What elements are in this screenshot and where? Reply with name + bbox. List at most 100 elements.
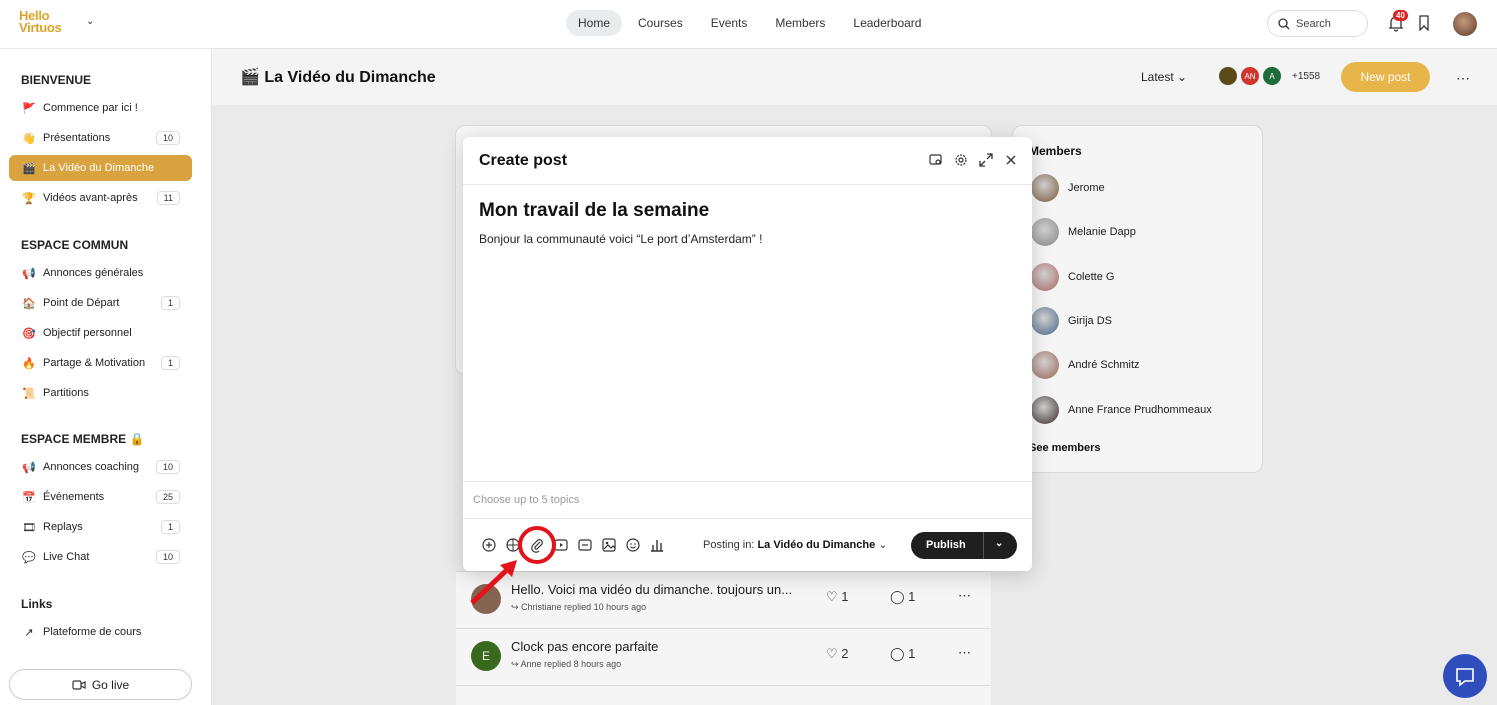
sidebar-section-title: ESPACE MEMBRE 🔒: [21, 432, 145, 446]
sidebar-item[interactable]: 🏠 Point de Départ 1: [9, 290, 192, 316]
sidebar-section-title: Links: [21, 597, 53, 611]
modal-title: Create post: [479, 152, 568, 169]
bookmark-icon[interactable]: [1418, 15, 1430, 31]
modal-header: Create post: [463, 137, 1032, 185]
publish-button-group: Publish ⌄: [911, 532, 1017, 559]
new-post-button[interactable]: New post: [1341, 62, 1430, 92]
editor-toolbar: [481, 537, 665, 553]
go-live-button[interactable]: Go live: [9, 669, 192, 700]
member-count[interactable]: +1558: [1292, 71, 1320, 82]
sidebar-item[interactable]: 👋 Présentations 10: [9, 125, 192, 151]
image-icon[interactable]: [601, 537, 617, 553]
sidebar-item-label: Live Chat: [43, 551, 90, 563]
sidebar-item-icon: 🔥: [22, 357, 36, 370]
sidebar-item-label: Annonces générales: [43, 267, 144, 279]
sidebar-item-icon: 🚩: [22, 102, 36, 115]
gif-icon[interactable]: [577, 537, 593, 553]
nav-item-courses[interactable]: Courses: [626, 10, 695, 36]
member-avatar[interactable]: AN: [1239, 65, 1261, 87]
sidebar-item-label: Point de Départ: [43, 297, 120, 309]
sidebar-item-label: Plateforme de cours: [43, 626, 142, 638]
sidebar-item-label: Partage & Motivation: [43, 357, 146, 369]
sidebar-item-icon: 🎯: [22, 327, 36, 340]
expand-icon[interactable]: [979, 153, 993, 167]
sidebar-item-count: 10: [155, 131, 180, 145]
create-post-modal: Create post Mon travail de la semaine Bo…: [463, 137, 1032, 571]
sidebar-item[interactable]: 📜 Partitions: [9, 380, 192, 406]
chevron-down-icon[interactable]: ⌄: [86, 16, 94, 27]
posting-in-selector[interactable]: Posting in: La Vidéo du Dimanche ⌄: [703, 538, 888, 551]
add-block-icon[interactable]: [481, 537, 497, 553]
sidebar-item-count: 10: [155, 550, 180, 564]
sidebar-item-icon: 📢: [22, 461, 36, 474]
member-avatar[interactable]: [1217, 65, 1239, 87]
nav-item-members[interactable]: Members: [763, 10, 837, 36]
sidebar-item-count: 1: [160, 296, 180, 310]
sidebar-item-icon: 🎞: [22, 521, 36, 534]
chat-widget-button[interactable]: [1443, 654, 1487, 698]
sidebar-item[interactable]: 💬 Live Chat 10: [9, 544, 192, 570]
sidebar-item-icon: 💬: [22, 551, 36, 564]
preview-icon[interactable]: [929, 153, 943, 167]
sidebar-item[interactable]: 🎯 Objectif personnel: [9, 320, 192, 346]
main-nav: Home Courses Events Members Leaderboard: [566, 10, 933, 36]
sidebar-item[interactable]: 🚩 Commence par ici !: [9, 95, 192, 121]
sidebar-item-count: 1: [160, 520, 180, 534]
sidebar-item-count: 1: [160, 356, 180, 370]
poll-icon[interactable]: [649, 537, 665, 553]
publish-options-icon[interactable]: ⌄: [995, 538, 1003, 549]
topics-input[interactable]: Choose up to 5 topics: [463, 481, 1032, 519]
sidebar-item[interactable]: 🎬 La Vidéo du Dimanche: [9, 155, 192, 181]
sidebar-item[interactable]: 📢 Annonces générales: [9, 260, 192, 286]
sidebar-item-count: 10: [155, 460, 180, 474]
sidebar-item-label: Présentations: [43, 132, 111, 144]
more-options-icon[interactable]: ⋯: [1456, 70, 1470, 87]
go-live-label: Go live: [91, 677, 130, 692]
chat-icon: [1456, 668, 1474, 687]
sidebar-item-label: Vidéos avant-après: [43, 192, 138, 204]
nav-item-leaderboard[interactable]: Leaderboard: [841, 10, 933, 36]
sidebar-item[interactable]: 🎞 Replays 1: [9, 514, 192, 540]
sidebar-item-icon: 🏆: [22, 192, 36, 205]
sidebar-item-icon: 📜: [22, 387, 36, 400]
sidebar-item-icon: 📢: [22, 267, 36, 280]
member-avatar[interactable]: A: [1261, 65, 1283, 87]
sidebar-item-icon: 🏠: [22, 297, 36, 310]
publish-button[interactable]: Publish: [926, 539, 966, 551]
logo[interactable]: Hello Virtuos: [19, 9, 62, 34]
sidebar-item[interactable]: 🏆 Vidéos avant-après 11: [9, 185, 192, 211]
nav-item-events[interactable]: Events: [699, 10, 760, 36]
sidebar: Go live BIENVENUE 🚩 Commence par ici ! 👋 Pré…: [0, 49, 212, 705]
post-body-editor[interactable]: Bonjour la communauté voici “Le port d’A…: [479, 232, 762, 246]
search-label: Search: [1296, 17, 1331, 30]
sidebar-item-icon: 🎬: [22, 162, 36, 175]
sidebar-item[interactable]: 🔥 Partage & Motivation 1: [9, 350, 192, 376]
sort-dropdown[interactable]: Latest ⌄: [1141, 70, 1187, 84]
page-title: 🎬 La Vidéo du Dimanche: [240, 69, 436, 86]
sidebar-item-icon: 📅: [22, 491, 36, 504]
settings-gear-icon[interactable]: [954, 153, 968, 167]
sidebar-item-count: 25: [155, 490, 180, 504]
sidebar-section-title: ESPACE COMMUN: [21, 238, 129, 252]
post-title-input[interactable]: Mon travail de la semaine: [479, 200, 709, 222]
nav-item-home[interactable]: Home: [566, 10, 623, 36]
close-icon[interactable]: [1004, 153, 1018, 167]
notification-badge: 40: [1393, 10, 1408, 21]
sidebar-item-label: Commence par ici !: [43, 102, 138, 114]
search-button[interactable]: Search: [1267, 10, 1368, 37]
video-camera-icon: [72, 679, 86, 690]
sidebar-item-label: Objectif personnel: [43, 327, 132, 339]
sidebar-item[interactable]: 📅 Événements 25: [9, 484, 192, 510]
sidebar-item-icon: 👋: [22, 132, 36, 145]
sidebar-item-label: La Vidéo du Dimanche: [43, 162, 155, 174]
sidebar-item-count: 11: [156, 191, 180, 205]
annotation-arrow-icon: [470, 560, 517, 605]
sidebar-item[interactable]: ↗ Plateforme de cours: [9, 619, 192, 645]
sidebar-item-label: Partitions: [43, 387, 89, 399]
sidebar-item[interactable]: 📢 Annonces coaching 10: [9, 454, 192, 480]
sidebar-item-label: Replays: [43, 521, 83, 533]
sidebar-item-icon: ↗: [24, 626, 34, 639]
emoji-icon[interactable]: [625, 537, 641, 553]
sidebar-section-title: BIENVENUE: [21, 73, 92, 87]
user-avatar[interactable]: [1453, 12, 1477, 36]
